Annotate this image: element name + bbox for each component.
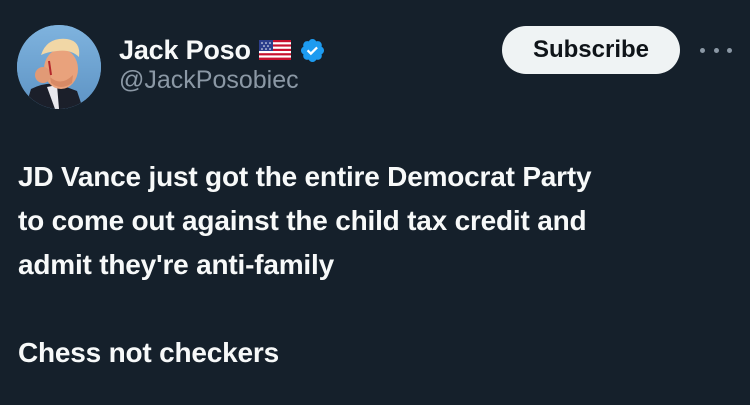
post-line: JD Vance just got the entire Democrat Pa… [18,161,592,192]
display-name[interactable]: Jack Poso [119,35,251,66]
author-name-row: Jack Poso [119,30,326,70]
avatar[interactable] [17,25,101,109]
us-flag-icon [258,40,291,60]
verified-badge-icon[interactable] [299,37,326,64]
post-text: JD Vance just got the entire Democrat Pa… [18,155,733,375]
author-handle[interactable]: @JackPosobiec [119,66,299,95]
more-options-icon[interactable] [700,40,732,60]
subscribe-button[interactable]: Subscribe [502,26,680,74]
more-dot [713,47,719,53]
tweet-card: Jack Poso @JackPosobiec Subscribe JD Van… [0,0,750,405]
more-dot [727,47,732,53]
post-line: to come out against the child tax credit… [18,205,587,236]
more-dot [700,47,705,53]
post-line: Chess not checkers [18,337,279,368]
post-line: admit they're anti-family [18,249,334,280]
